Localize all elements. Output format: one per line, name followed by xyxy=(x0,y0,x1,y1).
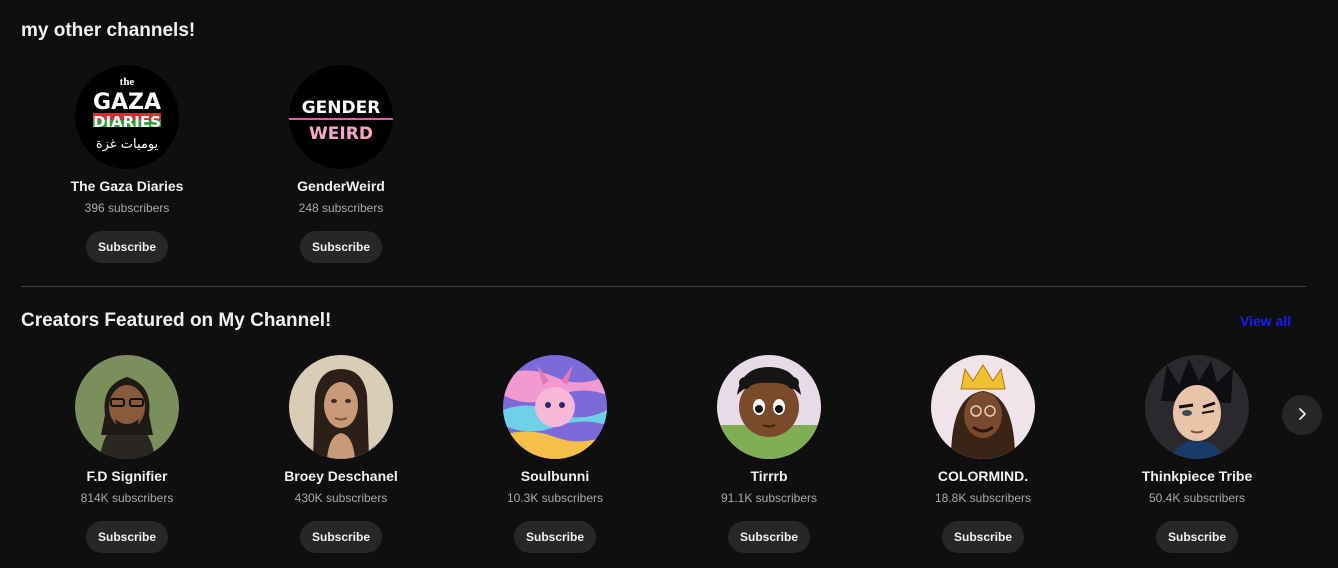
channel-card: Tirrrb 91.1K subscribers Subscribe xyxy=(662,355,876,553)
subscriber-count: 91.1K subscribers xyxy=(720,491,818,505)
chevron-right-icon xyxy=(1294,406,1310,425)
channel-avatar-thinkpiece-tribe[interactable] xyxy=(1145,355,1249,459)
channel-card: the GAZA DIARIES يوميات غزة The Gaza Dia… xyxy=(20,65,234,263)
channel-card: Soulbunni 10.3K subscribers Subscribe xyxy=(448,355,662,553)
logo-text-gender: GENDER xyxy=(302,98,381,118)
channel-card: Thinkpiece Tribe 50.4K subscribers Subsc… xyxy=(1090,355,1304,553)
channel-avatar-gaza-diaries[interactable]: the GAZA DIARIES يوميات غزة xyxy=(75,65,179,169)
subscribe-button[interactable]: Subscribe xyxy=(299,231,383,263)
channel-avatar-soulbunni[interactable] xyxy=(503,355,607,459)
channel-name[interactable]: Soulbunni xyxy=(448,467,662,485)
channel-name[interactable]: COLORMIND. xyxy=(876,467,1090,485)
section-title-featured: Creators Featured on My Channel! xyxy=(21,310,332,331)
channel-name[interactable]: GenderWeird xyxy=(234,177,448,195)
logo-text-diaries: DIARIES xyxy=(93,113,161,131)
subscribe-button[interactable]: Subscribe xyxy=(727,521,811,553)
channel-card: GENDER WEIRD GenderWeird 248 subscribers… xyxy=(234,65,448,263)
channel-avatar-broey-deschanel[interactable] xyxy=(289,355,393,459)
logo-text-arabic: يوميات غزة xyxy=(96,137,159,152)
subscribe-button[interactable]: Subscribe xyxy=(85,231,169,263)
channel-name[interactable]: Thinkpiece Tribe xyxy=(1090,467,1304,485)
channel-avatar-colormind[interactable] xyxy=(931,355,1035,459)
subscriber-count: 50.4K subscribers xyxy=(1148,491,1246,505)
channel-avatar-genderweird[interactable]: GENDER WEIRD xyxy=(289,65,393,169)
subscribe-button[interactable]: Subscribe xyxy=(513,521,597,553)
carousel-next-button[interactable] xyxy=(1282,395,1322,435)
channel-avatar-fd-signifier[interactable] xyxy=(75,355,179,459)
subscriber-count: 248 subscribers xyxy=(298,201,384,215)
view-all-link[interactable]: View all xyxy=(1240,312,1291,330)
subscriber-count: 430K subscribers xyxy=(294,491,388,505)
section-title-other-channels: my other channels! xyxy=(21,20,196,41)
channel-name[interactable]: The Gaza Diaries xyxy=(20,177,234,195)
subscribe-button[interactable]: Subscribe xyxy=(299,521,383,553)
subscribe-button[interactable]: Subscribe xyxy=(85,521,169,553)
logo-text-weird: WEIRD xyxy=(309,124,373,144)
subscribe-button[interactable]: Subscribe xyxy=(941,521,1025,553)
channel-card: COLORMIND. 18.8K subscribers Subscribe xyxy=(876,355,1090,553)
logo-text-gaza: GAZA xyxy=(93,90,161,115)
channel-card: Broey Deschanel 430K subscribers Subscri… xyxy=(234,355,448,553)
logo-text-the: the xyxy=(120,76,135,88)
subscriber-count: 18.8K subscribers xyxy=(934,491,1032,505)
channel-card: F.D Signifier 814K subscribers Subscribe xyxy=(20,355,234,553)
channel-name[interactable]: Broey Deschanel xyxy=(234,467,448,485)
channel-avatar-tirrrb[interactable] xyxy=(717,355,821,459)
channel-name[interactable]: Tirrrb xyxy=(662,467,876,485)
channel-name[interactable]: F.D Signifier xyxy=(20,467,234,485)
subscriber-count: 396 subscribers xyxy=(84,201,170,215)
subscribe-button[interactable]: Subscribe xyxy=(1155,521,1239,553)
subscriber-count: 814K subscribers xyxy=(80,491,174,505)
section-divider xyxy=(21,286,1306,287)
subscriber-count: 10.3K subscribers xyxy=(506,491,604,505)
